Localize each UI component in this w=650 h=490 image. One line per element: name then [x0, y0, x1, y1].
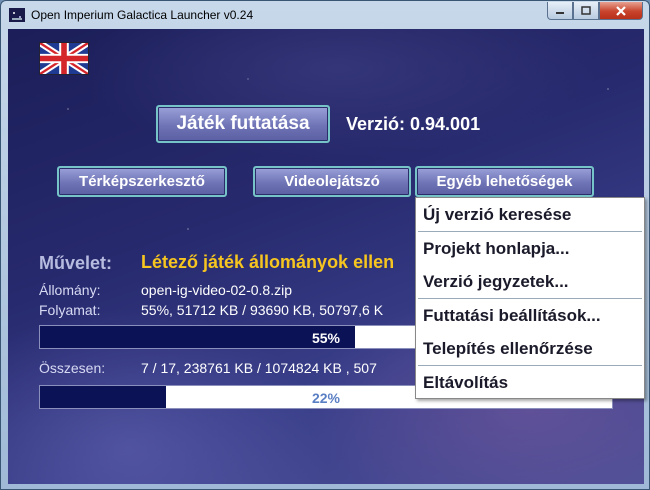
close-button[interactable] [599, 2, 643, 20]
menu-item-verify-install[interactable]: Telepítés ellenőrzése [416, 332, 644, 365]
operation-label: Művelet: [39, 253, 113, 273]
operation-value: Létező játék állományok ellen [141, 252, 395, 272]
menu-item-uninstall[interactable]: Eltávolítás [416, 366, 644, 399]
window-title: Open Imperium Galactica Launcher v0.24 [31, 8, 254, 22]
maximize-button[interactable] [573, 2, 599, 20]
version-text: Verzió: 0.94.001 [346, 114, 481, 134]
menu-item-release-notes[interactable]: Verzió jegyzetek... [416, 265, 644, 298]
menu-item-run-settings[interactable]: Futtatási beállítások... [416, 299, 644, 332]
map-editor-button[interactable]: Térképszerkesztő [57, 166, 227, 197]
total-value: 7 / 17, 238761 KB / 1074824 KB , 507 [141, 360, 377, 376]
progress-label: Folyamat: [39, 302, 101, 318]
total-label: Összesen: [39, 360, 106, 376]
uk-flag-icon[interactable] [39, 42, 89, 75]
menu-item-check-update[interactable]: Új verzió keresése [416, 198, 644, 231]
progress-value: 55%, 51712 KB / 93690 KB, 50797,6 K [141, 302, 384, 318]
more-options-menu: Új verzió keresése Projekt honlapja... V… [415, 197, 645, 399]
file-value: open-ig-video-02-0.8.zip [141, 282, 292, 298]
maximize-icon [581, 6, 591, 15]
file-label: Állomány: [39, 282, 101, 298]
launcher-window: Open Imperium Galactica Launcher v0.24 J… [0, 0, 650, 490]
minimize-icon [556, 11, 564, 14]
run-game-button[interactable]: Játék futtatása [156, 105, 330, 143]
title-bar[interactable]: Open Imperium Galactica Launcher v0.24 [1, 1, 649, 29]
app-icon [9, 8, 25, 22]
close-icon [616, 5, 626, 16]
more-options-button[interactable]: Egyéb lehetőségek [415, 166, 594, 197]
video-player-button[interactable]: Videolejátszó [253, 166, 411, 197]
menu-item-project-homepage[interactable]: Projekt honlapja... [416, 232, 644, 265]
minimize-button[interactable] [547, 2, 573, 20]
